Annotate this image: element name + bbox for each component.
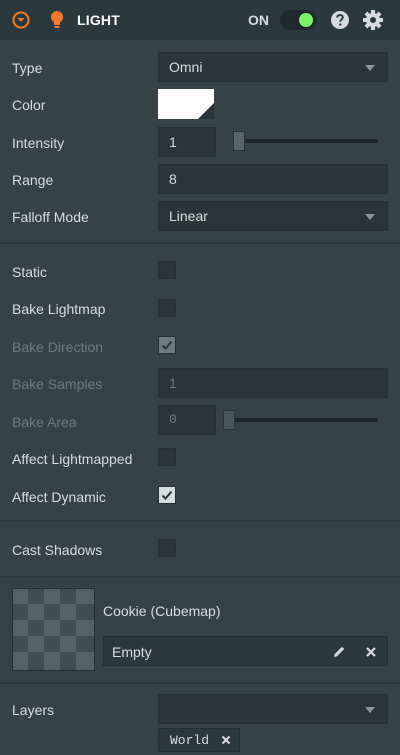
type-dropdown[interactable]: Omni: [158, 52, 388, 82]
enabled-label: ON: [248, 12, 269, 28]
checkmark-icon: [161, 490, 173, 500]
gear-icon[interactable]: [362, 9, 384, 31]
bake-area-label: Bake Area: [12, 414, 77, 430]
range-label: Range: [12, 172, 54, 188]
chevron-down-icon: [365, 65, 375, 71]
falloff-mode-label: Falloff Mode: [12, 209, 89, 225]
intensity-value: 1: [169, 134, 177, 150]
checkmark-icon: [161, 340, 173, 350]
bake-direction-checkbox: [158, 336, 176, 354]
cookie-asset-value: Empty: [112, 644, 152, 660]
bake-area-slider-track: [224, 418, 378, 422]
layer-tag-label: World: [170, 733, 210, 748]
cast-shadows-label: Cast Shadows: [12, 542, 103, 558]
light-component-panel: LIGHT ON Type Omni Color Intensity 1 Ran…: [0, 0, 400, 755]
layer-tag: World: [158, 728, 240, 752]
help-icon[interactable]: [330, 10, 350, 30]
color-swatch-corner: [198, 103, 214, 119]
bake-samples-input: 1: [158, 368, 388, 398]
type-label: Type: [12, 60, 43, 76]
affect-lightmapped-checkbox[interactable]: [158, 448, 176, 466]
falloff-mode-value: Linear: [169, 208, 208, 224]
falloff-mode-dropdown[interactable]: Linear: [158, 201, 388, 231]
static-checkbox[interactable]: [158, 261, 176, 279]
affect-lightmapped-label: Affect Lightmapped: [12, 451, 133, 467]
close-icon[interactable]: [365, 646, 377, 658]
intensity-input[interactable]: 1: [158, 127, 216, 157]
chevron-down-icon: [365, 707, 375, 713]
intensity-slider-handle[interactable]: [233, 131, 245, 151]
layers-dropdown[interactable]: [158, 694, 388, 724]
section-divider: [0, 520, 400, 522]
component-title: LIGHT: [77, 12, 120, 28]
chevron-down-icon: [365, 214, 375, 220]
bake-lightmap-checkbox[interactable]: [158, 299, 176, 317]
collapse-icon[interactable]: [12, 11, 30, 29]
section-divider: [0, 682, 400, 684]
bake-samples-label: Bake Samples: [12, 376, 103, 392]
intensity-label: Intensity: [12, 135, 65, 151]
static-label: Static: [12, 264, 48, 280]
cookie-thumbnail[interactable]: [12, 588, 95, 671]
bake-area-value: 0: [169, 412, 177, 427]
cookie-title: Cookie (Cubemap): [103, 603, 221, 619]
cookie-asset-field[interactable]: Empty: [103, 636, 388, 666]
enabled-toggle[interactable]: [280, 10, 317, 30]
layers-label: Layers: [12, 702, 55, 718]
affect-dynamic-label: Affect Dynamic: [12, 489, 106, 505]
section-divider: [0, 576, 400, 578]
bake-area-input: 0: [158, 405, 216, 435]
panel-header: LIGHT ON: [0, 0, 400, 40]
lightbulb-icon: [51, 11, 63, 28]
bake-samples-value: 1: [169, 375, 177, 391]
intensity-slider-track[interactable]: [234, 139, 378, 143]
color-swatch[interactable]: [158, 89, 214, 119]
toggle-knob: [299, 13, 313, 27]
pencil-icon[interactable]: [332, 645, 346, 659]
bake-direction-label: Bake Direction: [12, 339, 104, 355]
bake-area-slider-handle: [223, 410, 235, 430]
type-value: Omni: [169, 59, 203, 75]
range-input[interactable]: 8: [158, 164, 388, 194]
section-divider: [0, 242, 400, 244]
close-icon[interactable]: [221, 735, 231, 745]
range-value: 8: [169, 171, 177, 187]
bake-lightmap-label: Bake Lightmap: [12, 301, 106, 317]
color-label: Color: [12, 97, 46, 113]
affect-dynamic-checkbox[interactable]: [158, 486, 176, 504]
cast-shadows-checkbox[interactable]: [158, 539, 176, 557]
